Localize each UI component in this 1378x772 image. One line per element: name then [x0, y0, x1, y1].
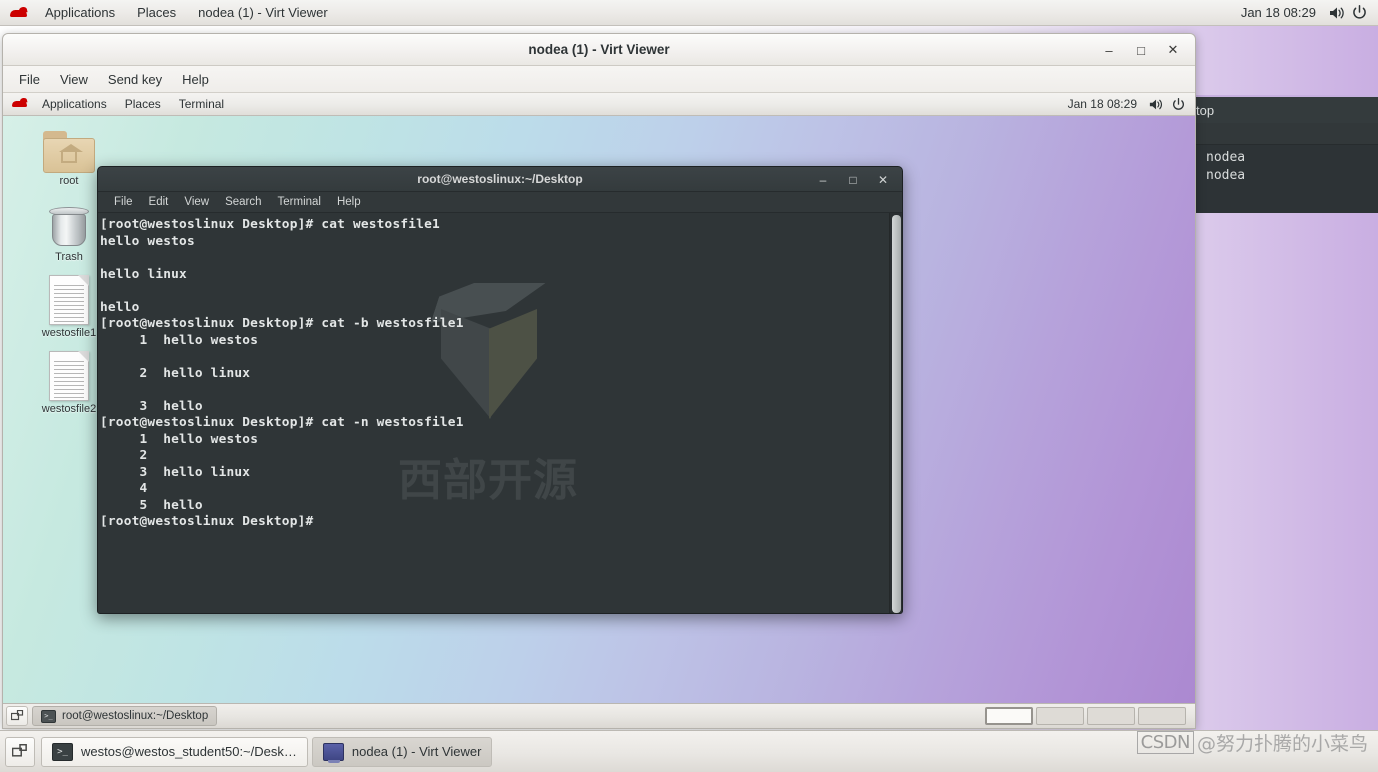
host-active-window-title[interactable]: nodea (1) - Virt Viewer: [187, 0, 339, 25]
terminal-icon: >_: [52, 742, 73, 761]
guest-taskbar-item-label: root@westoslinux:~/Desktop: [62, 710, 209, 722]
host-taskbar-item-terminal[interactable]: >_ westos@westos_student50:~/Desk…: [41, 736, 308, 767]
csdn-badge: CSDN: [1136, 731, 1194, 754]
power-icon[interactable]: [1348, 3, 1370, 23]
terminal-menubar: File Edit View Search Terminal Help: [98, 192, 902, 213]
guest-bottom-panel: >_ root@westoslinux:~/Desktop: [3, 703, 1195, 728]
workspace-3[interactable]: [1087, 707, 1135, 725]
background-terminal-menubar: [1192, 123, 1378, 145]
menu-send-key[interactable]: Send key: [98, 70, 172, 89]
workspace-2[interactable]: [1036, 707, 1084, 725]
terminal-menu-terminal[interactable]: Terminal: [270, 196, 329, 208]
menu-view[interactable]: View: [50, 70, 98, 89]
screen-root: top nodea nodea Applications Places node…: [0, 0, 1378, 772]
terminal-titlebar[interactable]: root@westoslinux:~/Desktop – □ ✕: [98, 167, 902, 192]
terminal-scrollbar[interactable]: [889, 213, 902, 613]
minimize-button[interactable]: –: [1093, 36, 1125, 64]
guest-top-right-tray: Jan 18 08:29: [1060, 94, 1195, 114]
host-top-panel: Applications Places nodea (1) - Virt Vie…: [0, 0, 1378, 26]
workspace-1[interactable]: [985, 707, 1033, 725]
terminal-menu-search[interactable]: Search: [217, 196, 269, 208]
power-icon[interactable]: [1167, 94, 1189, 114]
show-desktop-icon[interactable]: [5, 736, 35, 767]
background-terminal-output: nodea nodea: [1192, 145, 1378, 213]
terminal-title: root@westoslinux:~/Desktop: [417, 172, 583, 186]
csdn-handle: @努力扑腾的小菜鸟: [1196, 733, 1368, 755]
minimize-button[interactable]: –: [808, 169, 838, 191]
virt-viewer-window[interactable]: nodea (1) - Virt Viewer – □ ✕ File View …: [2, 33, 1196, 729]
virt-viewer-window-controls: – □ ✕: [1093, 34, 1189, 66]
virt-viewer-icon: [322, 742, 344, 763]
csdn-watermark: CSDN @努力扑腾的小菜鸟: [1136, 729, 1368, 756]
terminal-window[interactable]: root@westoslinux:~/Desktop – □ ✕ File Ed…: [97, 166, 903, 614]
terminal-menu-edit[interactable]: Edit: [141, 196, 177, 208]
volume-icon[interactable]: [1326, 3, 1348, 23]
workspace-4[interactable]: [1138, 707, 1186, 725]
virt-viewer-title: nodea (1) - Virt Viewer: [528, 42, 670, 57]
menu-file[interactable]: File: [9, 70, 50, 89]
guest-top-panel: Applications Places Terminal Jan 18 08:2…: [3, 93, 1195, 116]
terminal-icon: >_: [41, 709, 56, 723]
virt-viewer-menubar: File View Send key Help: [3, 66, 1195, 93]
background-terminal-title: top: [1192, 95, 1378, 123]
menu-help[interactable]: Help: [172, 70, 219, 89]
close-button[interactable]: ✕: [1157, 36, 1189, 64]
workspace-switcher[interactable]: [985, 707, 1192, 725]
host-menu-applications[interactable]: Applications: [34, 0, 126, 25]
maximize-button[interactable]: □: [1125, 36, 1157, 64]
guest-menu-places[interactable]: Places: [116, 93, 170, 115]
guest-taskbar-item-terminal[interactable]: >_ root@westoslinux:~/Desktop: [32, 706, 218, 726]
close-button[interactable]: ✕: [868, 169, 898, 191]
maximize-button[interactable]: □: [838, 169, 868, 191]
host-taskbar-item-label: westos@westos_student50:~/Desk…: [81, 744, 297, 759]
terminal-menu-file[interactable]: File: [106, 196, 141, 208]
background-terminal-window[interactable]: top nodea nodea: [1192, 95, 1378, 213]
host-menu-places[interactable]: Places: [126, 0, 187, 25]
terminal-scrollbar-thumb[interactable]: [892, 215, 901, 613]
guest-menu-terminal[interactable]: Terminal: [170, 93, 233, 115]
terminal-window-controls: – □ ✕: [808, 167, 898, 192]
host-taskbar-item-virt-viewer[interactable]: nodea (1) - Virt Viewer: [311, 736, 493, 767]
volume-icon[interactable]: [1145, 94, 1167, 114]
virt-viewer-titlebar[interactable]: nodea (1) - Virt Viewer – □ ✕: [3, 34, 1195, 66]
terminal-menu-view[interactable]: View: [176, 196, 217, 208]
terminal-menu-help[interactable]: Help: [329, 196, 369, 208]
show-desktop-icon[interactable]: [6, 706, 28, 726]
guest-clock[interactable]: Jan 18 08:29: [1060, 97, 1145, 111]
guest-viewport[interactable]: Applications Places Terminal Jan 18 08:2…: [3, 93, 1195, 728]
host-taskbar-item-label: nodea (1) - Virt Viewer: [351, 744, 482, 759]
redhat-logo-icon: [8, 5, 30, 21]
guest-menu-applications[interactable]: Applications: [33, 93, 116, 115]
redhat-logo-icon: [10, 97, 30, 111]
host-clock[interactable]: Jan 18 08:29: [1231, 5, 1326, 20]
terminal-output[interactable]: [root@westoslinux Desktop]# cat westosfi…: [98, 213, 889, 613]
terminal-body[interactable]: 西部开源 [root@westoslinux Desktop]# cat wes…: [98, 213, 902, 613]
host-top-right-tray: Jan 18 08:29: [1231, 3, 1378, 23]
